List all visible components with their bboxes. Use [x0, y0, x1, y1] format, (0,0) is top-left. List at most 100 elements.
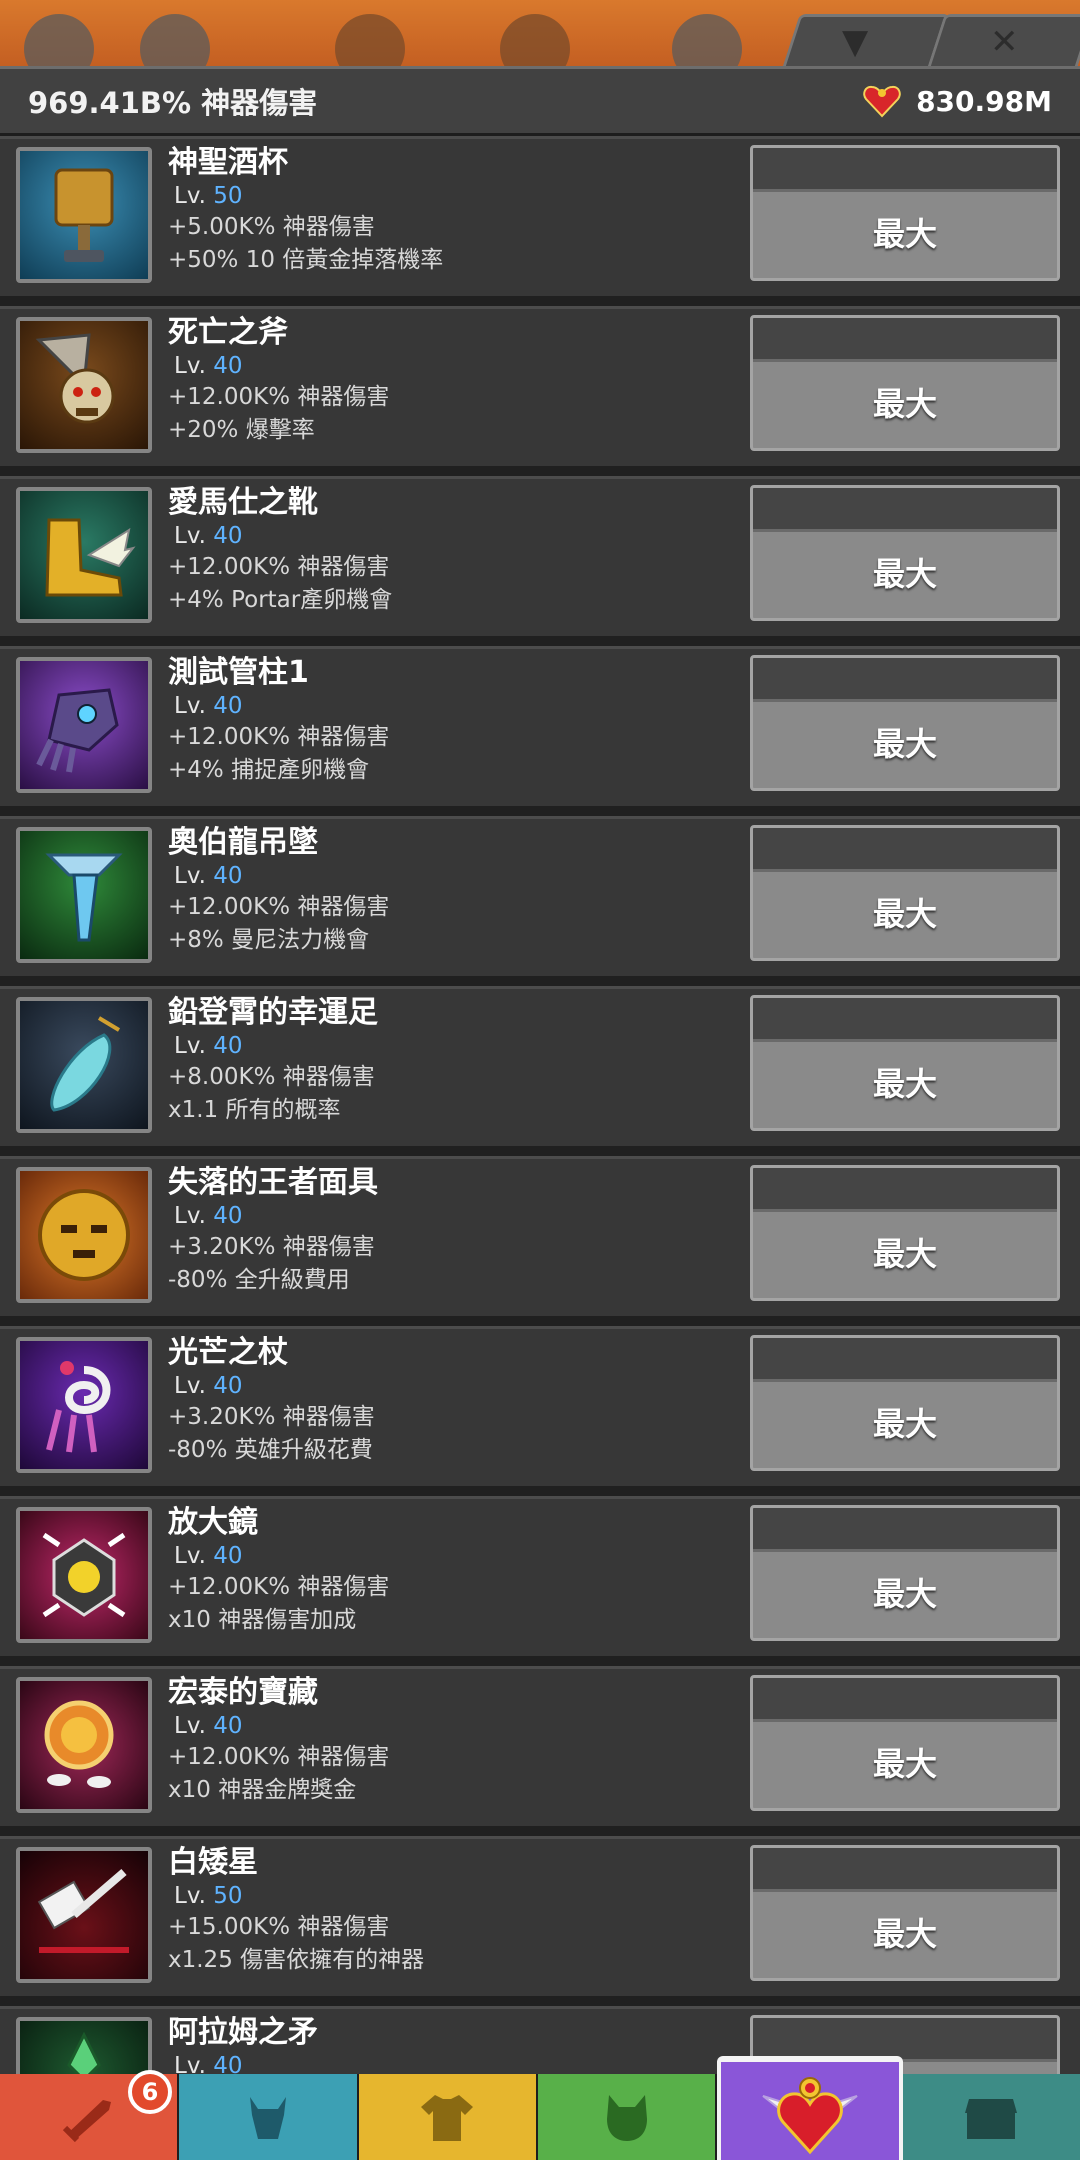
artifact-level: Lv. 40 — [174, 1543, 243, 1569]
artifact-level: Lv. 40 — [174, 1373, 243, 1399]
equipment-tab[interactable] — [358, 2074, 538, 2160]
artifact-effect-bonus: x1.25 傷害依擁有的神器 — [168, 1947, 425, 1973]
artifact-name: 奧伯龍吊墜 — [168, 825, 318, 860]
artifact-effect-bonus: +50% 10 倍黃金掉落機率 — [168, 247, 444, 273]
artifact-level: Lv. 40 — [174, 523, 243, 549]
artifact-thumbnail — [16, 317, 152, 453]
top-decoration: ▼ ✕ — [0, 0, 1080, 66]
artifact-name: 鉛登霄的幸運足 — [168, 995, 378, 1030]
artifact-row: 白矮星 Lv. 50 +15.00K% 神器傷害 x1.25 傷害依擁有的神器 … — [0, 1836, 1080, 2006]
max-level-button[interactable]: 最大 — [750, 1165, 1060, 1301]
artifact-level: Lv. 50 — [174, 183, 243, 209]
artifact-list[interactable]: 神聖酒杯 Lv. 50 +5.00K% 神器傷害 +50% 10 倍黃金掉落機率… — [0, 136, 1080, 2074]
artifact-thumbnail — [16, 827, 152, 963]
max-level-button[interactable]: 最大 — [750, 1675, 1060, 1811]
golden-mask-icon — [20, 1171, 148, 1299]
artifact-effect-damage: +3.20K% 神器傷害 — [168, 1234, 375, 1260]
artifact-effect-bonus: -80% 英雄升級花費 — [168, 1437, 373, 1463]
artifact-name: 放大鏡 — [168, 1505, 258, 1540]
winged-boot-icon — [20, 491, 148, 619]
heroes-tab[interactable] — [179, 2074, 359, 2160]
artifact-effect-bonus: +4% Portar產卵機會 — [168, 587, 393, 613]
artifact-thumbnail — [16, 1167, 152, 1303]
chalice-icon — [20, 151, 148, 279]
bottom-tab-bar: 6 — [0, 2056, 1080, 2160]
gear-icon — [24, 14, 94, 66]
artifact-level: Lv. 40 — [174, 693, 243, 719]
artifact-effect-bonus: +20% 爆擊率 — [168, 417, 315, 443]
artifact-level: Lv. 40 — [174, 353, 243, 379]
max-level-button[interactable]: 最大 — [750, 995, 1060, 1131]
artifact-level: Lv. 40 — [174, 863, 243, 889]
max-level-button[interactable]: 最大 — [750, 485, 1060, 621]
round-icon — [672, 14, 742, 66]
pet-icon — [606, 2095, 647, 2141]
artifact-effect-bonus: -80% 全升級費用 — [168, 1267, 350, 1293]
relic-heart-icon — [863, 85, 901, 118]
artifact-effect-bonus: x1.1 所有的概率 — [168, 1097, 341, 1123]
artifact-effect-bonus: x10 神器金牌獎金 — [168, 1777, 357, 1803]
white-hammer-icon — [20, 1851, 148, 1979]
artifact-row: 愛馬仕之靴 Lv. 40 +12.00K% 神器傷害 +4% Portar產卵機… — [0, 476, 1080, 646]
max-level-button[interactable]: 最大 — [750, 1335, 1060, 1471]
sword-cross-icon — [140, 14, 210, 66]
artifact-row: 死亡之斧 Lv. 40 +12.00K% 神器傷害 +20% 爆擊率 最大 — [0, 306, 1080, 476]
sword-tab[interactable]: 6 — [0, 2070, 180, 2160]
max-level-button[interactable]: 最大 — [750, 825, 1060, 961]
artifact-header: 969.41B% 神器傷害 830.98M — [0, 66, 1080, 136]
artifact-name: 死亡之斧 — [168, 315, 288, 350]
artifact-row: 神聖酒杯 Lv. 50 +5.00K% 神器傷害 +50% 10 倍黃金掉落機率… — [0, 136, 1080, 306]
round-icon — [500, 14, 570, 66]
artifact-row: 宏泰的寶藏 Lv. 40 +12.00K% 神器傷害 x10 神器金牌獎金 最大 — [0, 1666, 1080, 1836]
artifact-name: 宏泰的寶藏 — [168, 1675, 318, 1710]
chest-icon — [965, 2099, 1018, 2139]
notification-badge: 6 — [128, 2070, 172, 2114]
shop-tab[interactable] — [902, 2074, 1080, 2160]
artifact-thumbnail — [16, 657, 152, 793]
artifact-effect-bonus: +8% 曼尼法力機會 — [168, 927, 370, 953]
max-level-button[interactable]: 最大 — [750, 1505, 1060, 1641]
artifact-name: 神聖酒杯 — [168, 145, 288, 180]
pets-tab[interactable] — [537, 2074, 718, 2160]
artifact-thumbnail — [16, 1337, 152, 1473]
helmet-icon — [249, 2097, 286, 2139]
round-icon — [335, 14, 405, 66]
max-level-button[interactable]: 最大 — [750, 1845, 1060, 1981]
max-level-button[interactable]: 最大 — [750, 145, 1060, 281]
artifact-level: Lv. 40 — [174, 1203, 243, 1229]
artifact-row: 鉛登霄的幸運足 Lv. 40 +8.00K% 神器傷害 x1.1 所有的概率 最… — [0, 986, 1080, 1156]
artifact-thumbnail — [16, 487, 152, 623]
artifact-effect-damage: +5.00K% 神器傷害 — [168, 214, 375, 240]
artifact-name: 光芒之杖 — [168, 1335, 288, 1370]
max-level-button[interactable]: 最大 — [750, 315, 1060, 451]
max-level-button[interactable]: 最大 — [750, 655, 1060, 791]
gauntlet-icon — [20, 661, 148, 789]
lucky-foot-icon — [20, 1001, 148, 1129]
artifact-thumbnail — [16, 2017, 152, 2074]
artifact-effect-damage: +12.00K% 神器傷害 — [168, 1744, 390, 1770]
artifact-row: 奧伯龍吊墜 Lv. 40 +12.00K% 神器傷害 +8% 曼尼法力機會 最大 — [0, 816, 1080, 986]
artifact-level: Lv. 40 — [174, 1713, 243, 1739]
chevron-down-icon[interactable]: ▼ — [842, 22, 868, 62]
artifact-effect-damage: +12.00K% 神器傷害 — [168, 894, 390, 920]
artifact-effect-damage: +12.00K% 神器傷害 — [168, 384, 390, 410]
relic-count: 830.98M — [916, 84, 1052, 118]
artifact-effect-bonus: x10 神器傷害加成 — [168, 1607, 357, 1633]
artifact-thumbnail — [16, 147, 152, 283]
artifact-row: 放大鏡 Lv. 40 +12.00K% 神器傷害 x10 神器傷害加成 最大 — [0, 1496, 1080, 1666]
artifact-row: 阿拉姆之矛 Lv. 40 — [0, 2006, 1080, 2074]
winged-heart-icon — [762, 2077, 858, 2155]
artifact-name: 失落的王者面具 — [168, 1165, 378, 1200]
artifacts-tab[interactable] — [717, 2056, 903, 2160]
magnifier-icon — [20, 1511, 148, 1639]
artifact-level: Lv. 50 — [174, 1883, 243, 1909]
pendant-icon — [20, 831, 148, 959]
artifact-effect-damage: +8.00K% 神器傷害 — [168, 1064, 375, 1090]
artifact-name: 愛馬仕之靴 — [168, 485, 318, 520]
total-artifact-damage: 969.41B% 神器傷害 — [28, 86, 318, 120]
staff-icon — [20, 1341, 148, 1469]
artifact-row: 光芒之杖 Lv. 40 +3.20K% 神器傷害 -80% 英雄升級花費 最大 — [0, 1326, 1080, 1496]
close-icon[interactable]: ✕ — [990, 22, 1019, 62]
artifact-effect-damage: +3.20K% 神器傷害 — [168, 1404, 375, 1430]
spear-icon — [20, 2021, 148, 2074]
